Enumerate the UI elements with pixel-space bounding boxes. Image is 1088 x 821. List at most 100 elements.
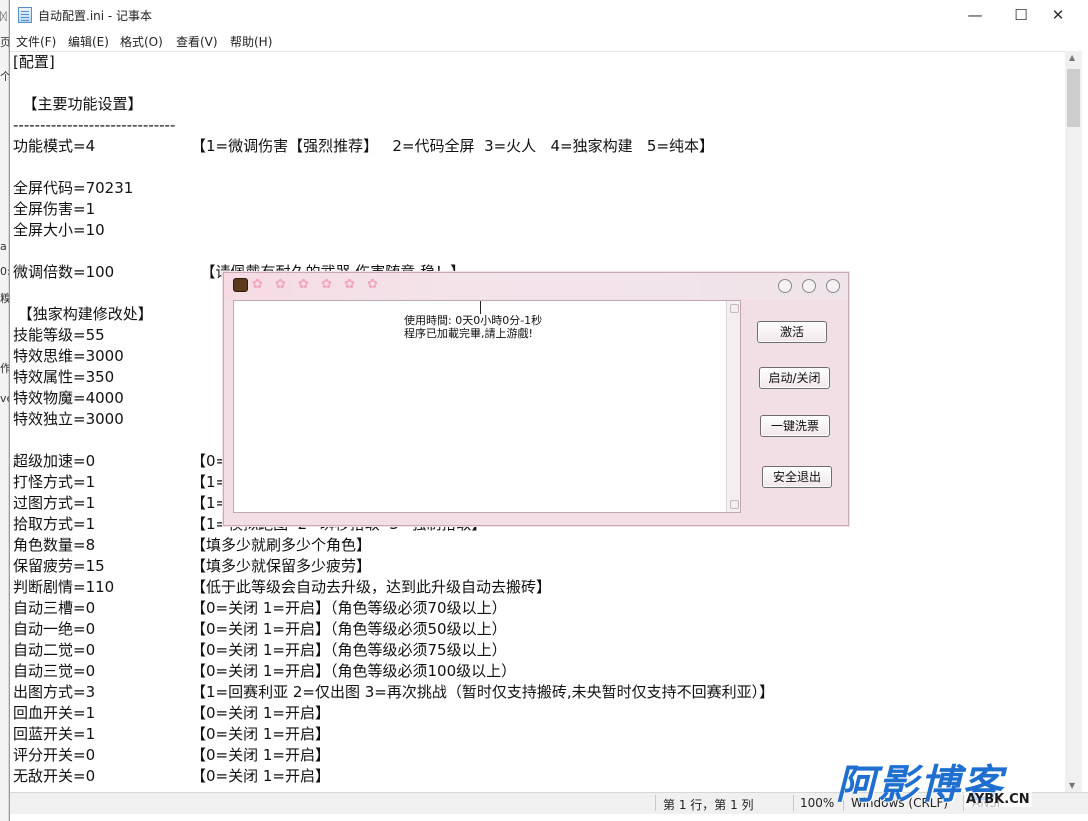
config-comment: 【0=关闭 1=开启】 <box>191 725 330 743</box>
config-key: 全屏大小=10 <box>13 221 105 239</box>
menu-help[interactable]: 帮助(H) <box>230 33 272 50</box>
config-comment: 【填多少就保留多少疲劳】 <box>191 557 372 575</box>
one-click-wash-button[interactable]: 一键洗票 <box>760 415 830 437</box>
site-watermark: 阿影博客 AYBK.CN <box>836 752 1076 812</box>
config-key: 特效物魔=4000 <box>13 389 124 407</box>
config-comment: 【0=关闭 1=开启】（角色等级必须50级以上） <box>191 620 507 638</box>
editor-line: 自动三觉=0 【0=关闭 1=开启】（角色等级必须100级以上） <box>13 661 1063 682</box>
config-key: 自动三觉=0 <box>13 662 96 680</box>
close-button[interactable]: ✕ <box>1035 0 1081 30</box>
config-key: 无敌开关=0 <box>13 767 96 785</box>
config-comment: 【低于此等级会自动去升级，达到此升级自动去搬砖】 <box>191 578 552 596</box>
config-key: 【主要功能设置】 <box>13 95 143 113</box>
editor-line: 全屏伤害=1 <box>13 199 1063 220</box>
config-key: 微调倍数=100 <box>13 263 115 281</box>
config-key: 特效属性=350 <box>13 368 115 386</box>
config-key: 保留疲劳=15 <box>13 557 105 575</box>
config-comment: 【0=关闭 1=开启】 <box>191 704 330 722</box>
config-key: 自动三槽=0 <box>13 599 96 617</box>
config-comment: 【填多少就刷多少个角色】 <box>191 536 372 554</box>
config-key: 全屏伤害=1 <box>13 200 96 218</box>
config-key: 自动一绝=0 <box>13 620 96 638</box>
menu-format[interactable]: 格式(O) <box>120 33 163 50</box>
helper-log-box[interactable]: 使用時間: 0天0小時0分-1秒 程序已加載完畢,請上游戲! <box>233 300 741 513</box>
config-key: 评分开关=0 <box>13 746 96 764</box>
config-key: 技能等级=55 <box>13 326 105 344</box>
menu-view[interactable]: 查看(V) <box>176 33 218 50</box>
start-stop-button[interactable]: 启动/关闭 <box>759 367 830 389</box>
activate-button[interactable]: 激活 <box>757 321 827 343</box>
editor-line: 自动二觉=0 【0=关闭 1=开启】（角色等级必须75级以上） <box>13 640 1063 661</box>
sakura-decoration: ✿ ✿ ✿ ✿ ✿ ✿ <box>252 277 383 292</box>
helper-title-bar[interactable]: ✿ ✿ ✿ ✿ ✿ ✿ <box>224 273 848 299</box>
editor-line: ------------------------------ <box>13 115 1063 136</box>
editor-line: 保留疲劳=15 【填多少就保留多少疲劳】 <box>13 556 1063 577</box>
helper-log-scrollbar[interactable] <box>726 301 740 512</box>
editor-line: 全屏代码=70231 <box>13 178 1063 199</box>
helper-tool-window: ✿ ✿ ✿ ✿ ✿ ✿ 使用時間: 0天0小時0分-1秒 程序已加載完畢,請上游… <box>223 272 849 526</box>
config-key: 拾取方式=1 <box>13 515 96 533</box>
config-key: 过图方式=1 <box>13 494 96 512</box>
config-comment: 【1=微调伤害【强烈推荐】 2=代码全屏 3=火人 4=独家构建 5=纯本】 <box>191 137 715 155</box>
scroll-thumb[interactable] <box>1067 69 1080 127</box>
config-key: 出图方式=3 <box>13 683 96 701</box>
config-comment: 【0=关闭 1=开启】 <box>191 767 330 785</box>
helper-logo-icon <box>233 278 248 292</box>
vertical-scrollbar[interactable]: ▲ ▼ <box>1065 51 1082 792</box>
menu-edit[interactable]: 编辑(E) <box>68 33 109 50</box>
helper-close-circle-icon[interactable] <box>826 279 840 293</box>
config-key: ------------------------------ <box>13 116 176 134</box>
helper-maximize-circle-icon[interactable] <box>802 279 816 293</box>
notepad-icon <box>18 7 32 23</box>
editor-line: 回蓝开关=1 【0=关闭 1=开启】 <box>13 724 1063 745</box>
config-key: 功能模式=4 <box>13 137 96 155</box>
config-key: 自动二觉=0 <box>13 641 96 659</box>
editor-line: 全屏大小=10 <box>13 220 1063 241</box>
editor-line: 角色数量=8 【填多少就刷多少个角色】 <box>13 535 1063 556</box>
log-line-loaded: 程序已加載完畢,請上游戲! <box>404 327 533 340</box>
safe-exit-button[interactable]: 安全退出 <box>762 466 832 488</box>
menu-file[interactable]: 文件(F) <box>16 33 56 50</box>
config-key: 【独家构建修改处】 <box>13 305 153 323</box>
editor-line: 自动三槽=0 【0=关闭 1=开启】（角色等级必须70级以上） <box>13 598 1063 619</box>
config-comment: 【1=回赛利亚 2=仅出图 3=再次挑战（暂时仅支持搬砖,未央暂时仅支持不回赛利… <box>191 683 775 701</box>
minimize-button[interactable]: — <box>952 0 998 30</box>
zoom-level: 100% <box>800 796 835 810</box>
config-key: 打怪方式=1 <box>13 473 96 491</box>
helper-minimize-circle-icon[interactable] <box>778 279 792 293</box>
editor-line: 功能模式=4 【1=微调伤害【强烈推荐】 2=代码全屏 3=火人 4=独家构建 5… <box>13 136 1063 157</box>
editor-line: [配置] <box>13 52 1063 73</box>
config-key: 全屏代码=70231 <box>13 179 134 197</box>
editor-line: 回血开关=1 【0=关闭 1=开启】 <box>13 703 1063 724</box>
editor-line: 出图方式=3 【1=回赛利亚 2=仅出图 3=再次挑战（暂时仅支持搬砖,未央暂时仅… <box>13 682 1063 703</box>
config-key: [配置] <box>13 53 55 71</box>
editor-line: 判断剧情=110 【低于此等级会自动去升级，达到此升级自动去搬砖】 <box>13 577 1063 598</box>
cursor-position: 第 1 行，第 1 列 <box>663 798 754 812</box>
title-bar[interactable]: 自动配置.ini - 记事本 — ☐ ✕ <box>10 0 1088 30</box>
menu-bar: 文件(F) 编辑(E) 格式(O) 查看(V) 帮助(H) <box>10 30 1088 50</box>
config-comment: 【0=关闭 1=开启】（角色等级必须100级以上） <box>191 662 517 680</box>
config-key: 判断剧情=110 <box>13 578 115 596</box>
desktop-glyph: a <box>0 240 7 253</box>
config-key: 特效思维=3000 <box>13 347 124 365</box>
window-title: 自动配置.ini - 记事本 <box>38 9 153 23</box>
config-key: 回蓝开关=1 <box>13 725 96 743</box>
status-separator <box>793 795 794 811</box>
editor-line: 自动一绝=0 【0=关闭 1=开启】（角色等级必须50级以上） <box>13 619 1063 640</box>
desktop-edge: ᛞ 页 个 a 0: 糗 作 ve <box>0 0 13 821</box>
config-comment: 【0=关闭 1=开启】 <box>191 746 330 764</box>
watermark-domain: AYBK.CN <box>964 792 1032 807</box>
config-comment: 【0=关闭 1=开启】（角色等级必须70级以上） <box>191 599 507 617</box>
editor-line: 【主要功能设置】 <box>13 94 1063 115</box>
scroll-up-arrow-icon[interactable]: ▲ <box>1069 53 1075 62</box>
config-key: 特效独立=3000 <box>13 410 124 428</box>
config-key: 超级加速=0 <box>13 452 96 470</box>
desktop-glyph: ᛞ <box>0 10 7 23</box>
config-key: 角色数量=8 <box>13 536 96 554</box>
status-separator <box>655 795 656 811</box>
config-comment: 【0=关闭 1=开启】（角色等级必须75级以上） <box>191 641 507 659</box>
config-key: 回血开关=1 <box>13 704 96 722</box>
